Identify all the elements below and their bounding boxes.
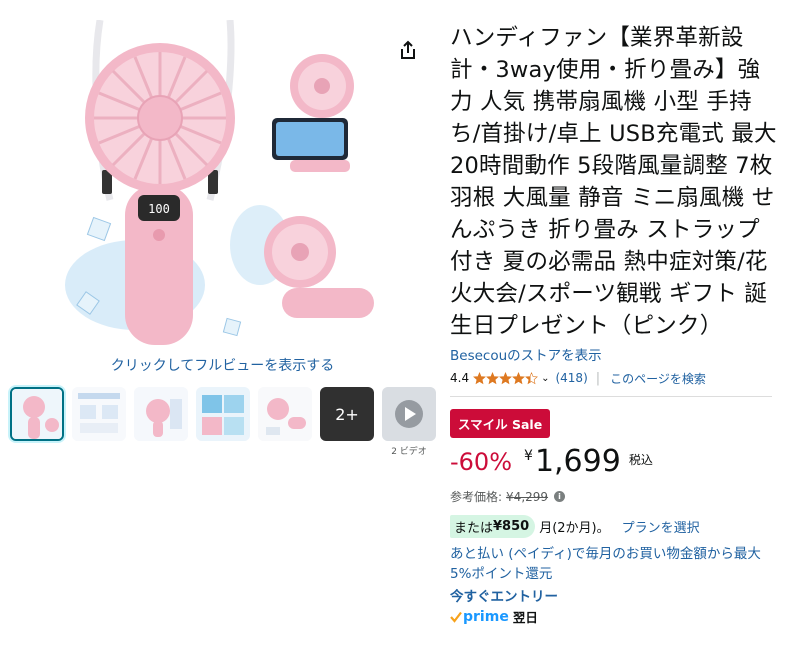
store-link[interactable]: Besecouのストアを表示	[450, 344, 602, 364]
entry-now-link[interactable]: 今すぐエントリー	[450, 585, 780, 605]
thumbnail-image	[134, 387, 188, 441]
product-info-panel: ハンディファン【業界革新設計・3way使用・折り畳み】強力 人気 携帯扇風機 小…	[450, 22, 780, 626]
share-icon	[401, 40, 415, 59]
info-icon[interactable]: i	[554, 491, 566, 502]
thumbnail-1[interactable]	[10, 387, 64, 441]
delivery-estimate: 翌日	[512, 610, 538, 625]
select-plan-link[interactable]: プランを選択	[622, 517, 700, 536]
thumbnail-3[interactable]	[134, 387, 188, 441]
prime-check-icon	[450, 611, 462, 623]
star-icon	[473, 371, 538, 384]
installment-suffix: 月(2か月)。	[539, 521, 610, 536]
share-button[interactable]	[396, 38, 420, 62]
installment-amount: ¥850	[493, 519, 530, 534]
paidy-promo-link[interactable]: あと払い (ペイディ)で毎月のお買い物金額から最大5%ポイント還元	[450, 544, 770, 584]
separator: |	[595, 370, 601, 386]
chevron-down-icon[interactable]: ⌄	[541, 373, 549, 384]
main-product-image[interactable]: 100	[60, 19, 390, 350]
rating-row: 4.4 ⌄ (418) | このページを検索	[450, 368, 780, 388]
thumbnail-image	[258, 387, 312, 441]
installment-row: または ¥850 月(2か月)。 プランを選択	[450, 515, 780, 538]
prime-delivery-row: prime 翌日	[450, 607, 780, 626]
thumbnail-5[interactable]	[258, 387, 312, 441]
thumbnail-image	[196, 387, 250, 441]
currency-symbol: ¥	[524, 448, 533, 464]
thumbnail-image	[72, 387, 126, 441]
sale-badge: スマイル Sale	[450, 409, 551, 438]
price-row: -60% ¥ 1,699 税込	[450, 446, 780, 482]
video-caption: 2 ビデオ	[391, 447, 427, 457]
video-thumbnail[interactable]	[382, 387, 436, 441]
divider	[450, 396, 772, 397]
thumbnail-4[interactable]	[196, 387, 250, 441]
tax-label: 税込	[628, 453, 653, 467]
reference-price-row: 参考価格: ¥4,299 i	[450, 488, 780, 505]
installment-prefix: または	[454, 521, 494, 536]
reference-price: ¥4,299	[506, 489, 549, 504]
thumbnail-image	[12, 389, 62, 439]
prime-logo: prime	[463, 608, 509, 625]
rating-value: 4.4	[450, 371, 470, 385]
handy-fan-illustration: 100	[65, 19, 374, 345]
full-view-link[interactable]: クリックしてフルビューを表示する	[0, 355, 445, 375]
discount-percent: -60%	[450, 448, 513, 476]
search-page-link[interactable]: このページを検索	[610, 370, 706, 387]
price: 1,699	[534, 444, 621, 479]
more-count: 2+	[335, 404, 359, 424]
product-title: ハンディファン【業界革新設計・3way使用・折り畳み】強力 人気 携帯扇風機 小…	[450, 25, 777, 339]
reference-label: 参考価格:	[450, 490, 503, 504]
thumbnail-2[interactable]	[72, 387, 126, 441]
more-images-button[interactable]: 2+	[320, 387, 374, 441]
star-rating[interactable]	[473, 371, 539, 385]
installment-badge: または ¥850	[450, 515, 536, 538]
play-icon	[382, 387, 436, 441]
rating-count-link[interactable]: (418)	[555, 371, 587, 385]
display-readout: 100	[148, 202, 170, 216]
